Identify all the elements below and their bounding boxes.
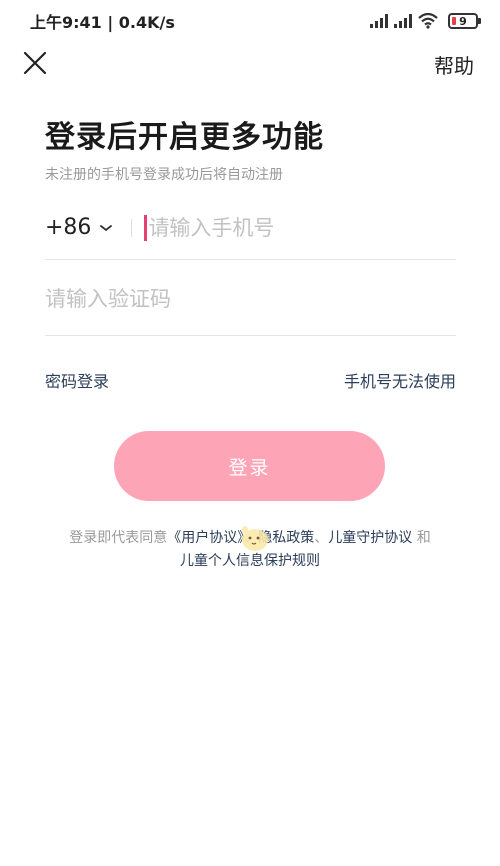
phone-divider bbox=[131, 218, 133, 237]
battery-level: 9 bbox=[459, 14, 467, 28]
alt-login-links: 密码登录 手机号无法使用 bbox=[45, 368, 456, 392]
wifi-icon bbox=[418, 13, 438, 29]
text-caret bbox=[144, 214, 148, 241]
phone-input[interactable] bbox=[148, 215, 456, 240]
phone-unavailable-link[interactable]: 手机号无法使用 bbox=[344, 368, 456, 392]
password-login-link[interactable]: 密码登录 bbox=[45, 368, 109, 392]
agreement-sep-1: 、 bbox=[244, 530, 259, 546]
child-protection-link[interactable]: 儿童守护协议 bbox=[328, 530, 412, 546]
child-info-rules-link[interactable]: 儿童个人信息保护规则 bbox=[180, 553, 320, 569]
privacy-policy-link[interactable]: 隐私政策 bbox=[258, 530, 314, 546]
battery-icon: 9 bbox=[448, 13, 481, 29]
status-separator: | bbox=[101, 13, 119, 32]
phone-row: +86 bbox=[45, 196, 456, 260]
signal-icon bbox=[370, 14, 388, 28]
signal-icon-2 bbox=[394, 14, 412, 28]
status-bar: 上午9:41 | 0.4K/s 9 bbox=[0, 0, 500, 42]
status-left: 上午9:41 | 0.4K/s bbox=[30, 9, 175, 33]
agreement-and: 和 bbox=[412, 530, 431, 546]
agreement-sep-2: 、 bbox=[314, 530, 329, 546]
page-subtitle: 未注册的手机号登录成功后将自动注册 bbox=[45, 167, 283, 183]
country-code-label: +86 bbox=[45, 215, 92, 240]
help-link[interactable]: 帮助 bbox=[434, 50, 474, 79]
agreement-text: 登录即代表同意《用户协议》、隐私政策、儿童守护协议 和 儿童个人信息保护规则 bbox=[40, 527, 460, 573]
login-button[interactable]: 登录 bbox=[114, 431, 385, 501]
top-nav: 帮助 bbox=[0, 42, 500, 86]
code-row bbox=[45, 262, 456, 336]
status-network-speed: 0.4K/s bbox=[118, 13, 175, 32]
close-button[interactable] bbox=[20, 48, 50, 78]
status-time: 上午9:41 bbox=[30, 13, 102, 32]
country-code-selector[interactable]: +86 bbox=[45, 215, 113, 240]
status-icons: 9 bbox=[370, 13, 481, 29]
chevron-down-icon bbox=[100, 224, 113, 231]
user-agreement-link[interactable]: 《用户协议》 bbox=[167, 530, 244, 546]
verification-code-input[interactable] bbox=[45, 286, 456, 311]
close-icon bbox=[23, 51, 47, 75]
page-title: 登录后开启更多功能 bbox=[45, 120, 324, 155]
agreement-prefix: 登录即代表同意 bbox=[69, 530, 168, 546]
